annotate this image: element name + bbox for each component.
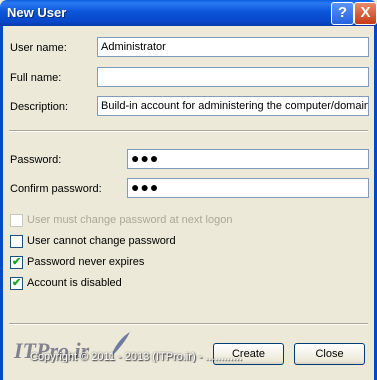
fullname-input[interactable] [97,67,369,87]
confirm-password-label: Confirm password: [10,183,102,195]
cannot-change-password-checkbox[interactable] [10,235,23,248]
password-never-expires-label: Password never expires [27,256,145,268]
must-change-password-label: User must change password at next logon [27,214,233,226]
title-bar: New User ? X [0,0,377,26]
close-window-button[interactable]: X [354,2,377,25]
watermark-copyright: Copyright © 2011 - 2013 (ITPro.ir) - ...… [30,351,243,363]
checkmark-icon: ✔ [12,256,22,268]
fullname-label: Full name: [10,72,62,84]
username-input[interactable]: Administrator [97,37,369,57]
checkmark-icon: ✔ [12,277,22,289]
separator [9,130,368,132]
description-input[interactable]: Build-in account for administering the c… [97,96,369,116]
username-label: User name: [10,42,67,54]
must-change-password-checkbox[interactable] [10,214,23,227]
cannot-change-password-label: User cannot change password [27,235,176,247]
help-button[interactable]: ? [331,2,354,25]
confirm-password-input[interactable]: ●●● [127,178,369,198]
account-disabled-checkbox[interactable]: ✔ [10,277,23,290]
password-never-expires-checkbox[interactable]: ✔ [10,256,23,269]
window-title: New User [7,5,67,20]
separator [9,323,368,325]
window-frame-left [0,26,3,380]
password-input[interactable]: ●●● [127,149,369,169]
account-disabled-label: Account is disabled [27,277,122,289]
description-label: Description: [10,101,69,113]
password-label: Password: [10,154,62,166]
